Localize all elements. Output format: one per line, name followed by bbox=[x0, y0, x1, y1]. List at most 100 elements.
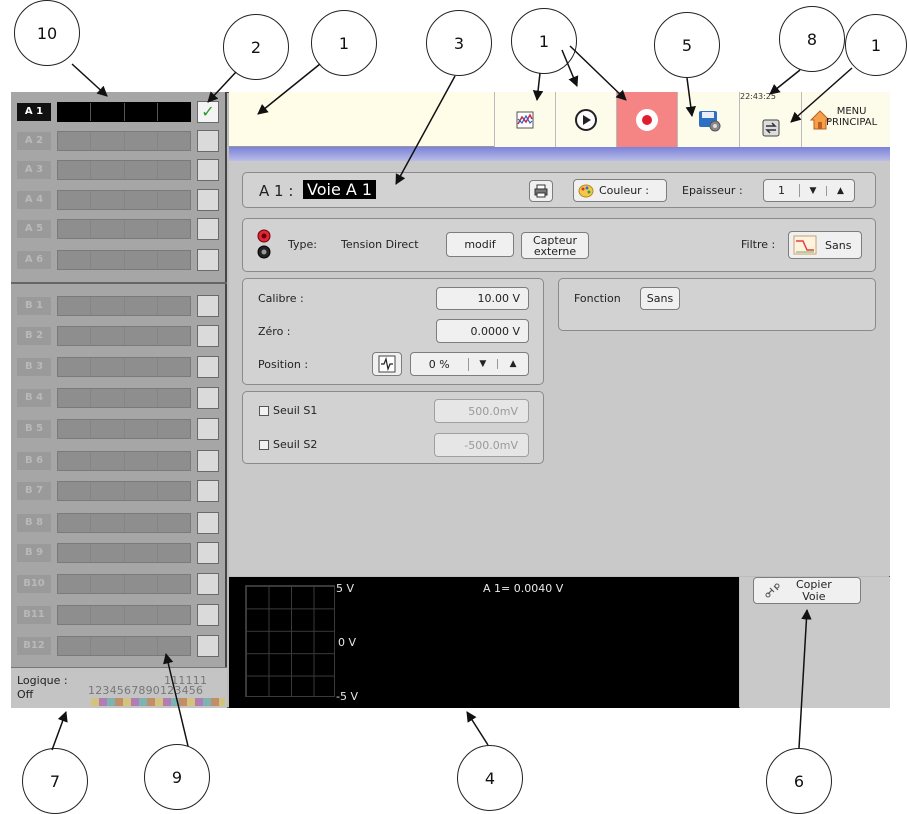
channel-trace-bar[interactable] bbox=[57, 219, 191, 239]
copy-channel-button[interactable]: Copier Voie bbox=[753, 577, 861, 604]
function-label: Fonction bbox=[574, 292, 621, 305]
channel-label: A 5 bbox=[17, 220, 51, 238]
channel-trace-bar[interactable] bbox=[57, 131, 191, 151]
channel-name-field[interactable]: Voie A 1 bbox=[303, 180, 377, 199]
position-up-icon[interactable]: ▲ bbox=[498, 359, 528, 369]
scale-top-label: 5 V bbox=[336, 582, 355, 595]
modify-type-button[interactable]: modif bbox=[446, 232, 514, 257]
channel-display-checkbox[interactable] bbox=[197, 573, 219, 595]
channel-display-checkbox[interactable] bbox=[197, 356, 219, 378]
external-sensor-button[interactable]: Capteur externe bbox=[521, 232, 589, 259]
channel-display-checkbox[interactable] bbox=[197, 450, 219, 472]
channel-row[interactable]: A 4 bbox=[17, 189, 223, 211]
channel-row[interactable]: A 5 bbox=[17, 218, 223, 240]
channel-trace-bar[interactable] bbox=[57, 326, 191, 346]
channel-display-checkbox[interactable] bbox=[197, 512, 219, 534]
channel-row[interactable]: B11 bbox=[17, 604, 223, 626]
thickness-up-icon[interactable]: ▲ bbox=[827, 186, 854, 196]
function-select[interactable]: Sans bbox=[640, 287, 680, 310]
channel-display-checkbox[interactable] bbox=[197, 130, 219, 152]
channel-row[interactable]: A 6 bbox=[17, 249, 223, 271]
channel-row[interactable]: A 1 ✓ bbox=[17, 101, 223, 123]
threshold-group: Seuil S1 500.0mV Seuil S2 -500.0mV bbox=[242, 391, 544, 464]
channel-display-checkbox[interactable] bbox=[197, 325, 219, 347]
channel-trace-bar[interactable] bbox=[57, 388, 191, 408]
disk-settings-button[interactable] bbox=[677, 92, 739, 147]
threshold-s2-field[interactable]: -500.0mV bbox=[434, 433, 529, 457]
preview-grid bbox=[245, 585, 335, 697]
channel-row[interactable]: B 3 bbox=[17, 356, 223, 378]
channel-row[interactable]: B 8 bbox=[17, 512, 223, 534]
channel-row[interactable]: A 2 bbox=[17, 130, 223, 152]
threshold-s1-field[interactable]: 500.0mV bbox=[434, 399, 529, 423]
channel-row[interactable]: B12 bbox=[17, 635, 223, 657]
thickness-select[interactable]: 1 ▼ ▲ bbox=[763, 179, 855, 202]
signal-preview: 5 V 0 V -5 V A 1= 0.0040 V bbox=[229, 577, 739, 708]
channel-trace-bar[interactable] bbox=[57, 357, 191, 377]
record-button[interactable] bbox=[616, 92, 677, 147]
channel-row[interactable]: B 7 bbox=[17, 480, 223, 502]
callout-10: 10 bbox=[14, 0, 80, 66]
channel-row[interactable]: B 4 bbox=[17, 387, 223, 409]
callout-number: 1 bbox=[338, 33, 350, 53]
threshold-s2-checkbox[interactable] bbox=[259, 440, 269, 450]
channel-trace-bar[interactable] bbox=[57, 543, 191, 563]
logic-bit-indicators bbox=[91, 698, 225, 706]
play-button[interactable] bbox=[555, 92, 616, 147]
channel-trace-bar[interactable] bbox=[57, 160, 191, 180]
filter-button[interactable]: Sans bbox=[788, 231, 862, 259]
print-button[interactable] bbox=[529, 180, 553, 202]
channel-row[interactable]: B 6 bbox=[17, 450, 223, 472]
channel-display-checkbox[interactable] bbox=[197, 189, 219, 211]
channel-display-checkbox[interactable] bbox=[197, 418, 219, 440]
channel-display-checkbox[interactable] bbox=[197, 480, 219, 502]
channel-display-checkbox[interactable] bbox=[197, 295, 219, 317]
channel-display-checkbox[interactable]: ✓ bbox=[197, 101, 219, 123]
channel-trace-bar[interactable] bbox=[57, 481, 191, 501]
channel-trace-bar[interactable] bbox=[57, 636, 191, 656]
position-auto-button[interactable] bbox=[372, 352, 402, 376]
zero-field[interactable]: 0.0000 V bbox=[436, 319, 529, 343]
channel-trace-bar[interactable] bbox=[57, 451, 191, 471]
channel-display-checkbox[interactable] bbox=[197, 542, 219, 564]
scale-zero-label: 0 V bbox=[338, 636, 357, 649]
channel-display-checkbox[interactable] bbox=[197, 218, 219, 240]
logic-channels[interactable]: Logique : Off 111111 1234567890123456 bbox=[11, 667, 227, 708]
channel-trace-bar[interactable] bbox=[57, 605, 191, 625]
channel-trace-bar[interactable] bbox=[57, 574, 191, 594]
callout-number: 7 bbox=[49, 771, 61, 791]
channel-trace-bar[interactable] bbox=[57, 250, 191, 270]
channel-row[interactable]: B 2 bbox=[17, 325, 223, 347]
callout-number: 4 bbox=[484, 768, 496, 788]
channel-trace-bar[interactable] bbox=[57, 296, 191, 316]
callout-number: 1 bbox=[538, 31, 550, 51]
play-icon bbox=[575, 108, 597, 131]
thickness-down-icon[interactable]: ▼ bbox=[800, 185, 827, 196]
filter-label: Filtre : bbox=[741, 238, 776, 251]
position-spinner[interactable]: 0 % ▼ ▲ bbox=[410, 352, 529, 376]
channel-trace-bar[interactable] bbox=[57, 419, 191, 439]
threshold-s1-checkbox[interactable] bbox=[259, 406, 269, 416]
channel-row[interactable]: B10 bbox=[17, 573, 223, 595]
input-terminal-icon bbox=[257, 229, 271, 259]
channel-row[interactable]: B 1 bbox=[17, 295, 223, 317]
callout-number: 10 bbox=[36, 23, 58, 43]
channel-display-checkbox[interactable] bbox=[197, 635, 219, 657]
position-down-icon[interactable]: ▼ bbox=[469, 359, 499, 369]
color-label: Couleur : bbox=[599, 184, 649, 197]
channel-display-checkbox[interactable] bbox=[197, 387, 219, 409]
channel-row[interactable]: B 5 bbox=[17, 418, 223, 440]
callout-9: 9 bbox=[144, 744, 210, 810]
channel-display-checkbox[interactable] bbox=[197, 249, 219, 271]
channel-row[interactable]: A 3 bbox=[17, 159, 223, 181]
chart-button[interactable] bbox=[494, 92, 555, 147]
color-button[interactable]: Couleur : bbox=[573, 179, 667, 202]
channel-trace-bar[interactable] bbox=[57, 190, 191, 210]
calibre-field[interactable]: 10.00 V bbox=[436, 287, 529, 310]
channel-display-checkbox[interactable] bbox=[197, 604, 219, 626]
channel-row[interactable]: B 9 bbox=[17, 542, 223, 564]
threshold-s1-label: Seuil S1 bbox=[273, 404, 318, 417]
channel-trace-bar[interactable] bbox=[57, 102, 191, 122]
channel-display-checkbox[interactable] bbox=[197, 159, 219, 181]
channel-trace-bar[interactable] bbox=[57, 513, 191, 533]
